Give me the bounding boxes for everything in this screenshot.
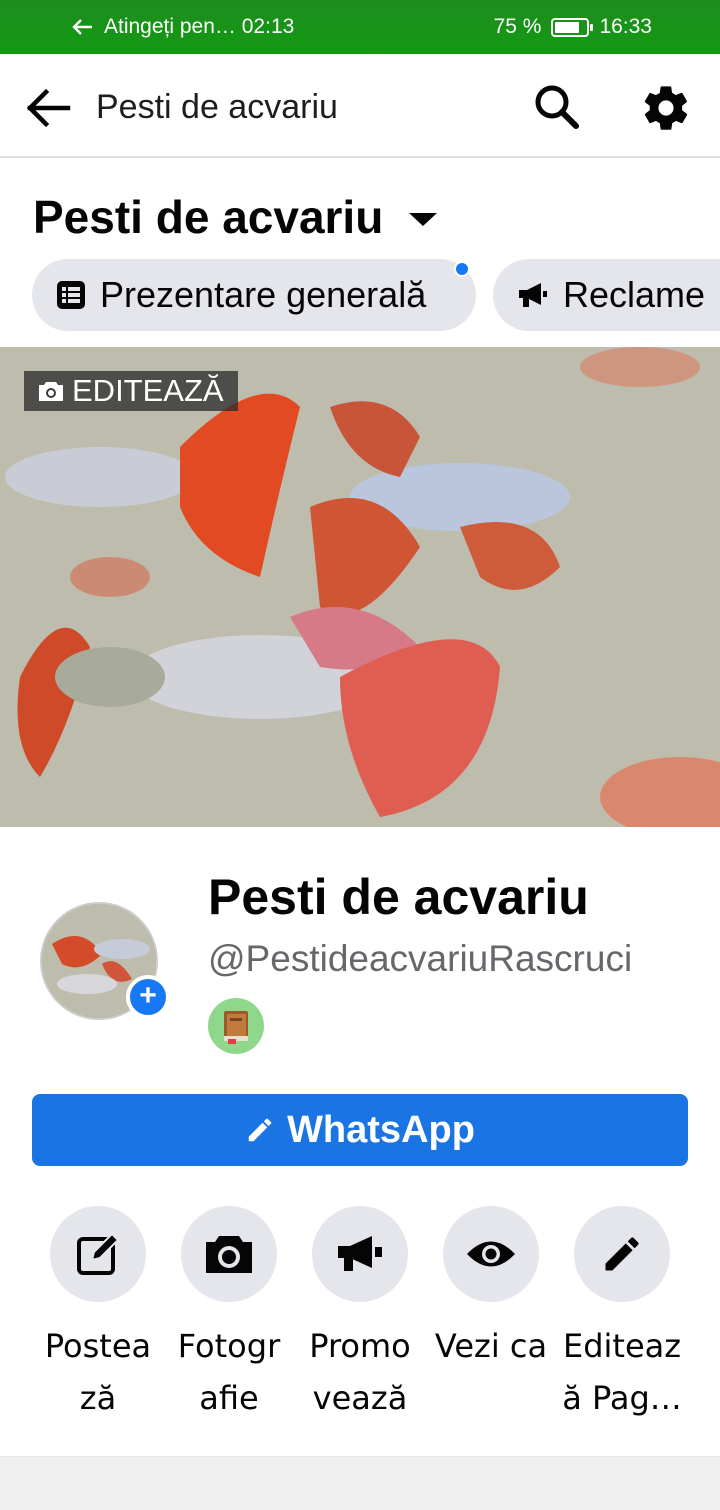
- page-switcher[interactable]: Pesti de acvariu: [33, 190, 438, 244]
- edit-cover-label: EDITEAZĂ: [72, 373, 224, 408]
- action-view-as-label-1: Vezi ca: [434, 1327, 548, 1365]
- action-edit-page-label-1: Editeaz: [562, 1327, 682, 1365]
- eye-icon: [467, 1241, 515, 1267]
- camera-icon: [206, 1236, 252, 1273]
- tab-overview[interactable]: Prezentare generală: [32, 259, 476, 331]
- add-profile-photo-button[interactable]: +: [126, 975, 170, 1019]
- status-right: 75 % 16:33: [494, 15, 652, 39]
- cover-photo[interactable]: EDITEAZĂ: [0, 347, 720, 827]
- compose-icon: [77, 1232, 120, 1275]
- status-time: 16:33: [599, 15, 652, 38]
- action-post[interactable]: Postea ză: [34, 1206, 162, 1424]
- action-photo-label-1: Fotogr: [177, 1327, 281, 1365]
- back-arrow-small-icon: [72, 19, 92, 35]
- profile-name: Pesti de acvariu: [208, 869, 589, 925]
- action-photo-label-2: afie: [199, 1379, 259, 1417]
- battery-icon: [551, 17, 594, 37]
- camera-icon: [39, 382, 63, 401]
- megaphone-icon: [519, 283, 547, 307]
- status-bar: Atingeți pen… 02:13 75 % 16:33: [0, 0, 720, 54]
- action-view-as[interactable]: Vezi ca: [427, 1206, 555, 1372]
- action-edit-page[interactable]: Editeaz ă Pag…: [558, 1206, 686, 1424]
- action-promote-label-2: vează: [312, 1379, 408, 1417]
- notification-text: Atingeți pen… 02:13: [104, 15, 295, 38]
- whatsapp-button[interactable]: WhatsApp: [32, 1094, 688, 1166]
- page-title: Pesti de acvariu: [33, 191, 384, 243]
- edit-cover-button[interactable]: EDITEAZĂ: [24, 371, 238, 411]
- action-photo[interactable]: Fotogr afie: [165, 1206, 293, 1424]
- action-promote-circle[interactable]: [312, 1206, 408, 1302]
- pencil-icon: [605, 1237, 639, 1271]
- action-promote[interactable]: Promo vează: [296, 1206, 424, 1424]
- tab-ads-label: Reclame: [563, 274, 706, 315]
- cover-image: [0, 347, 720, 827]
- gear-icon[interactable]: [640, 82, 692, 134]
- action-post-label-2: ză: [79, 1379, 117, 1417]
- status-notification[interactable]: Atingeți pen… 02:13: [72, 15, 294, 39]
- pencil-icon: [248, 1118, 272, 1142]
- action-edit-page-circle[interactable]: [574, 1206, 670, 1302]
- tab-ads[interactable]: Reclame: [493, 259, 720, 331]
- caret-down-icon: [409, 212, 438, 226]
- notification-dot: [454, 261, 470, 277]
- battery-percent: 75 %: [493, 15, 542, 38]
- action-promote-label-1: Promo: [309, 1327, 411, 1365]
- app-bar-title: Pesti de acvariu: [96, 88, 338, 126]
- action-photo-circle[interactable]: [181, 1206, 277, 1302]
- action-view-as-circle[interactable]: [443, 1206, 539, 1302]
- system-nav-bar: [0, 1456, 720, 1510]
- book-icon[interactable]: [208, 998, 264, 1054]
- action-post-label-1: Postea: [44, 1327, 152, 1365]
- profile-handle[interactable]: @PestideacvariuRascruci: [208, 938, 632, 980]
- book-icon-graphic: [224, 1011, 248, 1044]
- action-edit-page-label-2: ă Pag…: [562, 1379, 682, 1417]
- list-icon: [57, 281, 85, 309]
- app-bar: Pesti de acvariu: [0, 54, 720, 158]
- tab-overview-label: Prezentare generală: [100, 274, 427, 315]
- back-arrow-icon[interactable]: [24, 84, 72, 132]
- search-icon[interactable]: [532, 82, 580, 130]
- megaphone-icon: [338, 1236, 382, 1271]
- action-post-circle[interactable]: [50, 1206, 146, 1302]
- whatsapp-label: WhatsApp: [287, 1108, 475, 1151]
